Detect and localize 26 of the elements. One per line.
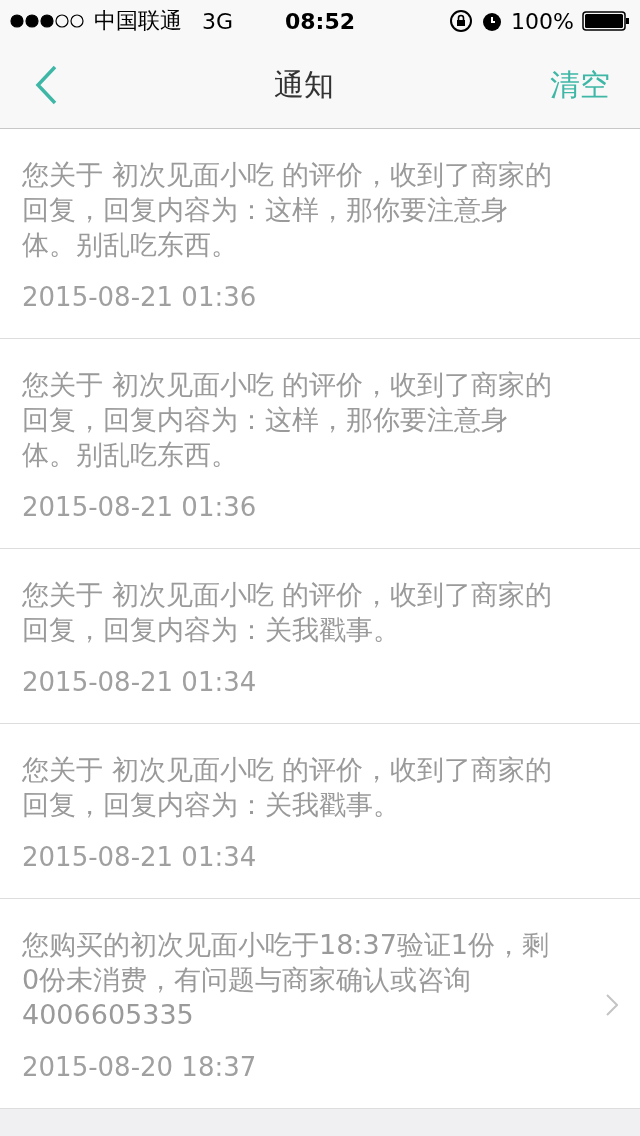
battery-percent: 100% (511, 8, 574, 34)
notification-time: 2015-08-21 01:34 (22, 667, 258, 697)
back-button[interactable] (34, 65, 58, 105)
notification-item[interactable]: 您关于 初次见面小吃 的评价，收到了商家的回复，回复内容为：关我戳事。 2015-08-21 01:34 (0, 724, 640, 899)
notification-text: 您关于 初次见面小吃 的评价，收到了商家的回复，回复内容为：关我戳事。 (22, 578, 554, 647)
notification-time: 2015-08-21 01:36 (22, 492, 258, 522)
battery-icon (582, 11, 630, 31)
notification-time: 2015-08-21 01:34 (22, 842, 258, 872)
notification-item[interactable]: 您关于 初次见面小吃 的评价，收到了商家的回复，回复内容为：关我戳事。 2015-08-21 01:34 (0, 549, 640, 724)
alarm-icon (481, 10, 504, 32)
clear-button[interactable]: 清空 (550, 64, 610, 106)
signal-icon (10, 14, 86, 28)
status-time: 08:52 (285, 8, 355, 34)
notification-item[interactable]: 您关于 初次见面小吃 的评价，收到了商家的回复，回复内容为：这样，那你要注意身体。别乱吃东西。 2015-08-21 01:36 (0, 339, 640, 549)
notification-text: 您关于 初次见面小吃 的评价，收到了商家的回复，回复内容为：关我戳事。 (22, 753, 554, 822)
notification-item[interactable]: 您关于 初次见面小吃 的评价，收到了商家的回复，回复内容为：这样，那你要注意身体。别乱吃东西。 2015-08-21 01:36 (0, 129, 640, 339)
page-title: 通知 (274, 65, 334, 104)
notification-item[interactable]: 您购买的初次见面小吃于18:37验证1份，剩0份未消费，有问题与商家确认或咨询4006605335 2015-08-20 18:37 (0, 899, 640, 1109)
notification-text: 您关于 初次见面小吃 的评价，收到了商家的回复，回复内容为：这样，那你要注意身体。别乱吃东西。 (22, 368, 554, 472)
notification-text: 您关于 初次见面小吃 的评价，收到了商家的回复，回复内容为：这样，那你要注意身体。别乱吃东西。 (22, 158, 554, 262)
notification-text: 您购买的初次见面小吃于18:37验证1份，剩0份未消费，有问题与商家确认或咨询4006605335 (22, 928, 550, 1032)
notification-time: 2015-08-21 01:36 (22, 282, 258, 312)
network-type: 3G (202, 8, 234, 34)
rotation-lock-icon (449, 9, 474, 33)
carrier-name: 中国联通 (94, 7, 182, 35)
notification-time: 2015-08-20 18:37 (22, 1052, 258, 1082)
